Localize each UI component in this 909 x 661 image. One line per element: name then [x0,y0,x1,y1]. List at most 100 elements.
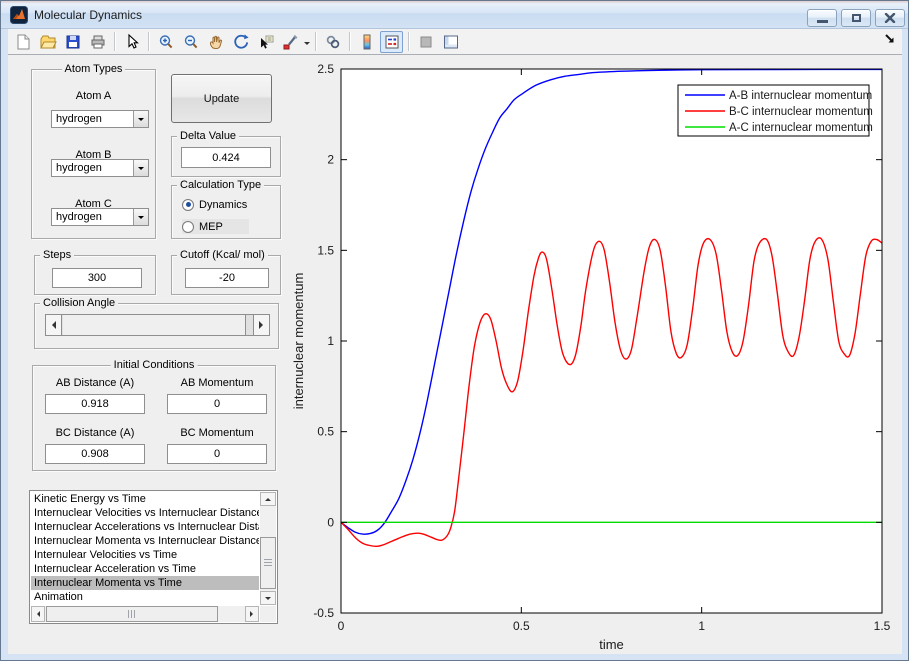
slider-right-arrow[interactable] [253,315,269,335]
list-item[interactable]: Kinetic Energy vs Time [31,492,259,506]
cutoff-field[interactable] [185,268,269,288]
bc-momentum-field[interactable] [167,444,267,464]
atom-a-select[interactable]: hydrogen [51,110,149,128]
svg-text:1: 1 [698,619,705,633]
panel-title: Steps [40,249,75,261]
printer-icon [91,35,104,48]
slider-thumb[interactable] [63,315,246,335]
zoom-in-icon [159,34,172,48]
scroll-up-button[interactable] [260,492,276,506]
delta-value-panel: Delta Value [171,130,281,177]
rotate-3d-button[interactable] [229,31,252,53]
svg-text:internuclear momentum: internuclear momentum [291,273,306,410]
ab-momentum-field[interactable] [167,394,267,414]
figure-window: Molecular Dynamics Atom Types Atom A hyd… [0,0,909,661]
pan-hand-icon [209,35,222,49]
save-button[interactable] [61,31,84,53]
hide-plot-tools-button[interactable] [414,31,437,53]
scroll-right-button[interactable] [245,606,259,622]
brush-dropdown-caret[interactable] [304,41,310,48]
ab-distance-field[interactable] [45,394,145,414]
titlebar[interactable]: Molecular Dynamics [1,1,908,29]
svg-text:B-C internuclear momentum: B-C internuclear momentum [729,106,873,118]
open-file-button[interactable] [36,31,59,53]
list-item[interactable]: Internulear Velocities vs Time [31,548,259,562]
close-icon [884,13,896,23]
update-button[interactable]: Update [171,74,272,123]
colorbar-icon [363,34,370,49]
zoom-out-button[interactable] [179,31,202,53]
collision-angle-slider[interactable] [45,314,270,336]
momentum-chart: 0 0.5 1 1.5 -0.5 0 0.5 1 1.5 2 2.5 time internuclear… [291,62,891,652]
zoom-in-button[interactable] [154,31,177,53]
insert-colorbar-button[interactable] [355,31,378,53]
print-button[interactable] [86,31,109,53]
radio-icon [182,198,194,211]
brush-icon [283,34,298,49]
scroll-down-button[interactable] [260,591,276,605]
steps-field[interactable] [52,268,142,288]
list-item[interactable]: Internuclear Acceleration vs Time [31,562,259,576]
radio-dynamics[interactable]: Dynamics [182,197,247,212]
list-item[interactable]: Internuclear Accelerations vs Internucle… [31,520,259,534]
bc-distance-field[interactable] [45,444,145,464]
atom-b-select[interactable]: hydrogen [51,159,149,177]
delta-value-field[interactable] [181,147,271,168]
panel-title: Atom Types [61,63,126,75]
steps-panel: Steps [34,249,156,295]
ab-momentum-label: AB Momentum [180,377,254,389]
scrollbar-corner [260,606,276,622]
minimize-button[interactable] [807,9,837,27]
svg-text:0.5: 0.5 [317,425,334,439]
list-item[interactable]: Internuclear Momenta vs Time [31,576,259,590]
svg-text:2: 2 [327,153,334,167]
vertical-scrollbar[interactable] [260,492,276,605]
link-plot-button[interactable] [321,31,344,53]
bc-distance-label: BC Distance (A) [55,427,135,439]
toolbar-separator [114,32,115,51]
slider-left-arrow[interactable] [46,315,62,335]
radio-icon [182,220,194,233]
pan-button[interactable] [204,31,227,53]
atom-c-value: hydrogen [56,211,102,223]
svg-text:1.5: 1.5 [874,619,891,633]
new-file-button[interactable] [11,31,34,53]
close-button[interactable] [875,9,905,27]
open-folder-icon [39,35,57,48]
plot-list-items: Kinetic Energy vs Time Internuclear Velo… [31,492,259,605]
toolbar-separator [349,32,350,51]
scroll-left-button[interactable] [31,606,45,622]
collision-angle-panel: Collision Angle [34,297,279,349]
atom-b-value: hydrogen [56,162,102,174]
panel-title: Initial Conditions [110,359,198,371]
plot-type-listbox[interactable]: Kinetic Energy vs Time Internuclear Velo… [29,490,278,624]
data-cursor-button[interactable] [254,31,277,53]
atom-a-value: hydrogen [56,113,102,125]
overflow-arrow-icon [885,34,894,43]
horizontal-scrollbar[interactable] [31,606,259,622]
ab-distance-label: AB Distance (A) [55,377,135,389]
restore-button[interactable] [841,9,871,27]
atom-c-select[interactable]: hydrogen [51,208,149,226]
arrow-cursor-icon [127,33,139,49]
svg-text:1.5: 1.5 [317,243,334,257]
axes-plot: 0 0.5 1 1.5 -0.5 0 0.5 1 1.5 2 2.5 time internuclear… [289,57,905,658]
show-plot-tools-icon [443,35,458,48]
vertical-scroll-thumb[interactable] [260,537,276,589]
svg-text:0: 0 [338,619,345,633]
toolbar-overflow-arrow[interactable] [883,32,897,51]
list-item[interactable]: Animation [31,590,259,604]
insert-legend-button[interactable] [380,30,403,53]
radio-mep[interactable]: MEP [182,219,249,234]
list-item[interactable]: Internuclear Velocities vs Internuclear … [31,506,259,520]
toolbar-separator [148,32,149,51]
svg-text:0.5: 0.5 [513,619,530,633]
edit-plot-button[interactable] [120,31,143,53]
show-plot-tools-button[interactable] [439,31,462,53]
horizontal-scroll-thumb[interactable] [46,606,218,622]
brush-button[interactable] [279,31,302,53]
atom-types-panel: Atom Types Atom A hydrogen Atom B hydrog… [31,63,156,239]
svg-text:1: 1 [327,334,334,348]
list-item[interactable]: Internuclear Momenta vs Internuclear Dis… [31,534,259,548]
radio-mep-label: MEP [199,220,223,233]
